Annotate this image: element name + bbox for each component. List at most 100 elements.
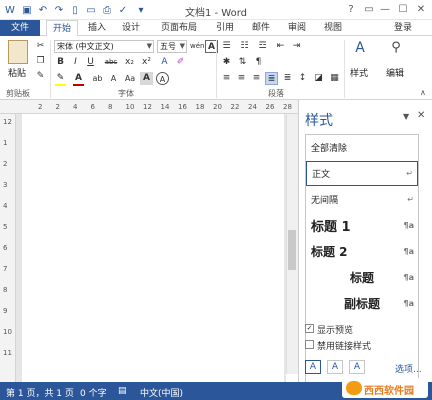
divider (216, 40, 217, 98)
bullets-icon[interactable]: ☰ (220, 40, 233, 53)
tab-design[interactable]: 设计 (116, 20, 146, 36)
ruler-number: 4 (3, 202, 8, 210)
subscript-button[interactable]: x₂ (122, 56, 137, 69)
borders-icon[interactable]: ▦ (328, 72, 341, 85)
vertical-ruler[interactable]: 12 1 2 3 4 5 6 7 8 9 10 11 (0, 114, 16, 382)
tab-review[interactable]: 审阅 (282, 20, 312, 36)
disable-linked-checkbox[interactable] (305, 340, 314, 349)
tab-insert[interactable]: 插入 (82, 20, 112, 36)
align-left-icon[interactable]: ≡ (220, 72, 233, 85)
ruler-number: 24 (248, 103, 257, 111)
style-label: 标题 2 (311, 245, 348, 259)
ruler-number: 12 (3, 118, 12, 126)
style-item-normal[interactable]: 正文 ↵ (306, 161, 418, 186)
chinese-layout-icon[interactable]: ✱ (220, 56, 233, 69)
paste-button-label[interactable]: 粘贴 (8, 66, 26, 79)
proofing-icon[interactable]: ▤ (118, 386, 127, 396)
document-page[interactable] (22, 114, 284, 382)
tab-references[interactable]: 引用 (210, 20, 240, 36)
text-effects-icon[interactable]: A (158, 56, 171, 69)
tab-file[interactable]: 文件 (0, 20, 40, 36)
style-label: 无间隔 (311, 196, 339, 206)
language-status[interactable]: 中文(中国) (140, 386, 183, 399)
increase-indent-icon[interactable]: ⇥ (290, 40, 303, 53)
line-spacing-icon[interactable]: ↕ (296, 72, 309, 85)
clear-formatting-icon[interactable]: ✐ (174, 56, 187, 69)
styles-button-label[interactable]: 样式 (350, 66, 368, 79)
ruler-number: 26 (265, 103, 275, 111)
options-link[interactable]: 选项... (395, 362, 422, 375)
style-label: 全部清除 (311, 144, 348, 154)
word-count-status[interactable]: 0 个字 (80, 386, 107, 399)
manage-styles-icon[interactable]: A (349, 360, 365, 374)
style-label: 正文 (312, 170, 331, 180)
sign-in-link[interactable]: 登录 (388, 20, 418, 36)
multilevel-list-icon[interactable]: ☲ (256, 40, 269, 53)
paste-icon[interactable] (8, 40, 28, 64)
style-inspector-icon[interactable]: A (327, 360, 343, 374)
find-icon[interactable]: ⚲ (386, 40, 406, 60)
font-size-value: 五号 (160, 42, 176, 51)
font-name-combo[interactable]: 宋体 (中文正文) ▼ (54, 40, 154, 53)
shrink-font-button[interactable]: A (107, 72, 120, 85)
style-item-heading-2[interactable]: 标题 2 ¶a (306, 239, 418, 264)
justify-icon[interactable]: ≣ (265, 72, 278, 85)
enclose-char-button[interactable]: A (156, 72, 169, 85)
copy-icon[interactable]: ❐ (34, 55, 47, 68)
shading-icon[interactable]: ◪ (312, 72, 325, 85)
style-item-title[interactable]: 标题 ¶a (306, 265, 418, 290)
style-item-clear-all[interactable]: 全部清除 (306, 135, 418, 160)
ruler-number: 7 (3, 265, 8, 273)
ruler-number: 20 (213, 103, 222, 111)
font-size-combo[interactable]: 五号 ▼ (157, 40, 187, 53)
tab-page-layout[interactable]: 页面布局 (156, 20, 202, 36)
editing-button-label[interactable]: 编辑 (386, 66, 404, 79)
scrollbar-thumb[interactable] (288, 230, 296, 270)
ruler-number: 2 (55, 103, 60, 111)
bold-button[interactable]: B (54, 56, 67, 69)
minimize-button[interactable]: — (376, 2, 394, 18)
style-item-subtitle[interactable]: 副标题 ¶a (306, 291, 418, 316)
show-preview-checkbox[interactable]: ✓ (305, 324, 314, 333)
align-center-icon[interactable]: ≡ (235, 72, 248, 85)
new-style-icon[interactable]: A (305, 360, 321, 374)
distributed-icon[interactable]: ≣ (281, 72, 294, 85)
cut-icon[interactable]: ✂ (34, 40, 47, 53)
tab-mailings[interactable]: 邮件 (246, 20, 276, 36)
chevron-down-icon: ▼ (179, 42, 185, 50)
horizontal-ruler[interactable]: 2 2 4 6 8 10 12 14 16 18 20 22 24 26 28 (0, 100, 300, 114)
group-label-paragraph: 段落 (268, 89, 284, 98)
font-color-swatch (73, 84, 84, 86)
maximize-button[interactable]: ☐ (394, 2, 412, 18)
close-button[interactable]: ✕ (412, 2, 430, 18)
sort-icon[interactable]: ⇅ (236, 56, 249, 69)
italic-button[interactable]: I (69, 56, 82, 69)
char-shade-button[interactable]: A (140, 72, 153, 85)
strikethrough-button[interactable]: abc (102, 56, 120, 69)
style-item-no-spacing[interactable]: 无间隔 ↵ (306, 187, 418, 212)
change-case-button[interactable]: Aa (122, 72, 138, 85)
underline-button[interactable]: U (84, 56, 97, 69)
tab-home[interactable]: 开始 (46, 20, 78, 37)
char-shading-button[interactable]: ab (90, 72, 105, 85)
style-item-heading-1[interactable]: 标题 1 ¶a (306, 213, 418, 238)
ruler-number: 3 (3, 181, 8, 189)
numbering-icon[interactable]: ☷ (238, 40, 251, 53)
linked-style-icon: ¶a (403, 273, 415, 282)
help-button[interactable]: ? (342, 2, 360, 18)
format-painter-icon[interactable]: ✎ (34, 70, 47, 83)
phonetic-guide-button[interactable]: wén (190, 40, 204, 53)
decrease-indent-icon[interactable]: ⇤ (274, 40, 287, 53)
linked-style-icon: ¶a (403, 299, 415, 308)
styles-gallery-icon[interactable]: A (350, 40, 370, 60)
show-marks-icon[interactable]: ¶ (252, 56, 265, 69)
tab-view[interactable]: 视图 (318, 20, 348, 36)
ruler-number: 8 (108, 103, 113, 111)
align-right-icon[interactable]: ≡ (250, 72, 263, 85)
pane-options-icon[interactable]: ▼ (403, 112, 409, 121)
collapse-ribbon-icon[interactable]: ∧ (420, 88, 426, 97)
page-count-status[interactable]: 第 1 页，共 1 页 (6, 386, 74, 399)
ruler-number: 10 (125, 103, 135, 111)
superscript-button[interactable]: x² (139, 56, 154, 69)
pane-close-icon[interactable]: ✕ (417, 110, 425, 121)
